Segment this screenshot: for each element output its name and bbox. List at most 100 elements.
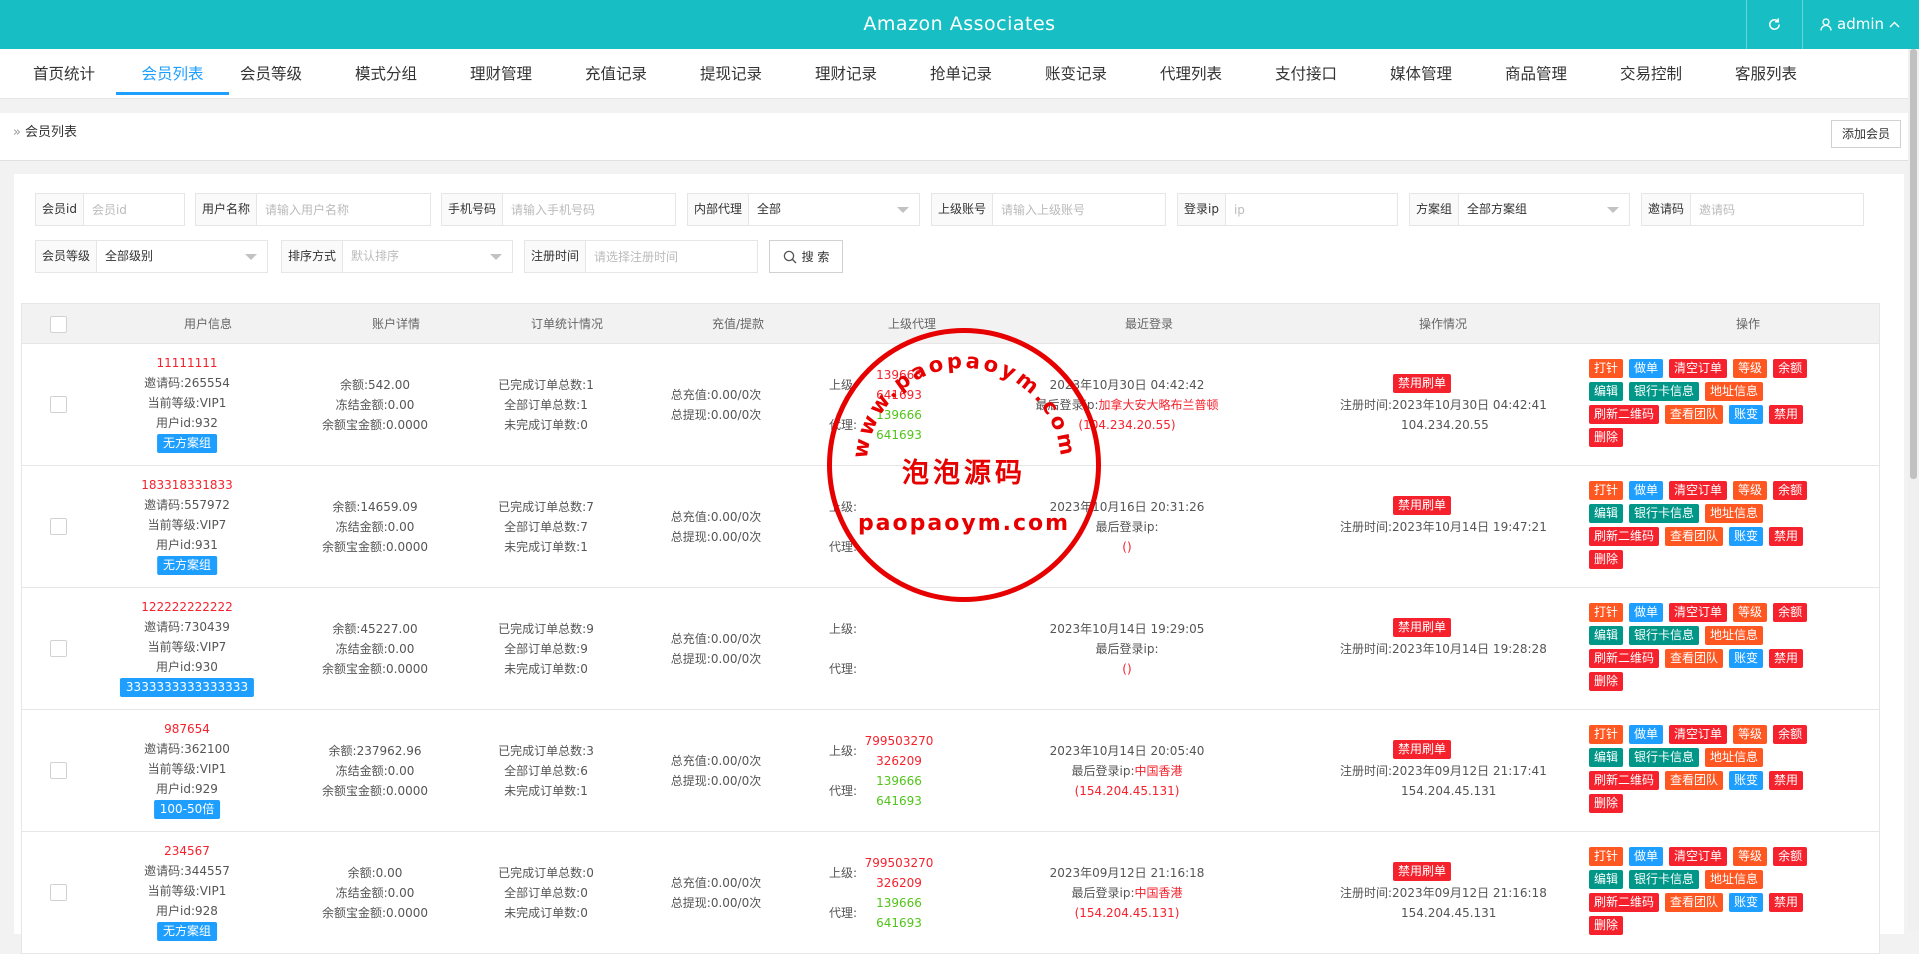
clear-orders-button[interactable]: 清空订单 xyxy=(1669,725,1728,744)
reg-time-input[interactable] xyxy=(586,241,757,272)
inject-button[interactable]: 打针 xyxy=(1589,847,1624,866)
login-ip-input[interactable] xyxy=(1225,194,1397,225)
balance-change-button[interactable]: 账变 xyxy=(1729,649,1764,668)
disable-button[interactable]: 禁用 xyxy=(1769,405,1804,424)
make-order-button[interactable]: 做单 xyxy=(1629,725,1664,744)
sort-select[interactable]: 默认排序 xyxy=(343,241,512,272)
parent-account-input[interactable] xyxy=(993,194,1165,225)
refresh-qr-button[interactable]: 刷新二维码 xyxy=(1589,771,1660,790)
delete-button[interactable]: 删除 xyxy=(1589,794,1624,813)
address-button[interactable]: 地址信息 xyxy=(1705,504,1764,523)
username[interactable]: 122222222222 xyxy=(120,597,254,617)
disable-button[interactable]: 禁用 xyxy=(1769,649,1804,668)
agent-id[interactable]: 139666 xyxy=(865,893,934,913)
select-all-checkbox[interactable] xyxy=(50,316,67,333)
refresh-qr-button[interactable]: 刷新二维码 xyxy=(1589,649,1660,668)
edit-button[interactable]: 编辑 xyxy=(1589,870,1624,889)
row-checkbox[interactable] xyxy=(50,762,67,779)
bank-card-button[interactable]: 银行卡信息 xyxy=(1629,626,1700,645)
nav-tab-balance-change-records[interactable]: 账变记录 xyxy=(1036,49,1116,95)
nav-tab-withdraw-records[interactable]: 提现记录 xyxy=(691,49,771,95)
level-button[interactable]: 等级 xyxy=(1733,847,1768,866)
edit-button[interactable]: 编辑 xyxy=(1589,382,1624,401)
nav-tab-agent-list[interactable]: 代理列表 xyxy=(1151,49,1231,95)
make-order-button[interactable]: 做单 xyxy=(1629,603,1664,622)
refresh-button[interactable] xyxy=(1746,0,1802,49)
inject-button[interactable]: 打针 xyxy=(1589,359,1624,378)
nav-tab-trade-control[interactable]: 交易控制 xyxy=(1611,49,1691,95)
disable-button[interactable]: 禁用 xyxy=(1769,893,1804,912)
inject-button[interactable]: 打针 xyxy=(1589,481,1624,500)
disable-button[interactable]: 禁用 xyxy=(1769,527,1804,546)
delete-button[interactable]: 删除 xyxy=(1589,916,1624,935)
nav-tab-recharge-records[interactable]: 充值记录 xyxy=(576,49,656,95)
balance-change-button[interactable]: 账变 xyxy=(1729,893,1764,912)
view-team-button[interactable]: 查看团队 xyxy=(1665,649,1724,668)
balance-button[interactable]: 余额 xyxy=(1773,725,1808,744)
add-member-button[interactable]: 添加会员 xyxy=(1831,120,1901,148)
view-team-button[interactable]: 查看团队 xyxy=(1665,405,1724,424)
inject-button[interactable]: 打针 xyxy=(1589,603,1624,622)
username[interactable]: 183318331833 xyxy=(141,475,233,495)
address-button[interactable]: 地址信息 xyxy=(1705,382,1764,401)
parent-id[interactable]: 139666 xyxy=(876,365,922,385)
disable-brushing-button[interactable]: 禁用刷单 xyxy=(1392,862,1452,881)
address-button[interactable]: 地址信息 xyxy=(1705,748,1764,767)
delete-button[interactable]: 删除 xyxy=(1589,550,1624,569)
nav-tab-payment-api[interactable]: 支付接口 xyxy=(1266,49,1346,95)
username[interactable]: 234567 xyxy=(144,841,230,861)
search-button[interactable]: 搜 索 xyxy=(769,240,843,273)
nav-tab-member-level[interactable]: 会员等级 xyxy=(231,49,311,95)
balance-button[interactable]: 余额 xyxy=(1773,359,1808,378)
scrollbar-thumb[interactable] xyxy=(1910,49,1917,479)
view-team-button[interactable]: 查看团队 xyxy=(1665,527,1724,546)
username-input[interactable] xyxy=(257,194,430,225)
username[interactable]: 11111111 xyxy=(144,353,230,373)
phone-input[interactable] xyxy=(503,194,675,225)
nav-tab-goods-manage[interactable]: 商品管理 xyxy=(1496,49,1576,95)
edit-button[interactable]: 编辑 xyxy=(1589,504,1624,523)
delete-button[interactable]: 删除 xyxy=(1589,428,1624,447)
disable-brushing-button[interactable]: 禁用刷单 xyxy=(1392,618,1452,637)
address-button[interactable]: 地址信息 xyxy=(1705,870,1764,889)
address-button[interactable]: 地址信息 xyxy=(1705,626,1764,645)
vertical-scrollbar[interactable] xyxy=(1908,49,1919,930)
view-team-button[interactable]: 查看团队 xyxy=(1665,893,1724,912)
nav-tab-finance-records[interactable]: 理财记录 xyxy=(806,49,886,95)
balance-change-button[interactable]: 账变 xyxy=(1729,771,1764,790)
agent-id[interactable]: 139666 xyxy=(865,771,934,791)
nav-tab-mode-group[interactable]: 模式分组 xyxy=(346,49,426,95)
clear-orders-button[interactable]: 清空订单 xyxy=(1669,847,1728,866)
nav-tab-home-stats[interactable]: 首页统计 xyxy=(24,49,104,95)
level-button[interactable]: 等级 xyxy=(1733,603,1768,622)
bank-card-button[interactable]: 银行卡信息 xyxy=(1629,382,1700,401)
clear-orders-button[interactable]: 清空订单 xyxy=(1669,481,1728,500)
parent-id[interactable]: 799503270 xyxy=(865,731,934,751)
level-button[interactable]: 等级 xyxy=(1733,359,1768,378)
row-checkbox[interactable] xyxy=(50,396,67,413)
member-id-input[interactable] xyxy=(83,194,184,225)
username[interactable]: 987654 xyxy=(144,719,230,739)
row-checkbox[interactable] xyxy=(50,518,67,535)
delete-button[interactable]: 删除 xyxy=(1589,672,1624,691)
disable-button[interactable]: 禁用 xyxy=(1769,771,1804,790)
balance-button[interactable]: 余额 xyxy=(1773,603,1808,622)
edit-button[interactable]: 编辑 xyxy=(1589,626,1624,645)
row-checkbox[interactable] xyxy=(50,640,67,657)
make-order-button[interactable]: 做单 xyxy=(1629,481,1664,500)
user-menu[interactable]: admin xyxy=(1820,0,1900,49)
bank-card-button[interactable]: 银行卡信息 xyxy=(1629,504,1700,523)
scheme-group-select[interactable]: 全部方案组 xyxy=(1459,194,1629,225)
make-order-button[interactable]: 做单 xyxy=(1629,359,1664,378)
refresh-qr-button[interactable]: 刷新二维码 xyxy=(1589,893,1660,912)
nav-tab-grab-records[interactable]: 抢单记录 xyxy=(921,49,1001,95)
inject-button[interactable]: 打针 xyxy=(1589,725,1624,744)
make-order-button[interactable]: 做单 xyxy=(1629,847,1664,866)
disable-brushing-button[interactable]: 禁用刷单 xyxy=(1392,496,1452,515)
disable-brushing-button[interactable]: 禁用刷单 xyxy=(1392,374,1452,393)
clear-orders-button[interactable]: 清空订单 xyxy=(1669,359,1728,378)
row-checkbox[interactable] xyxy=(50,884,67,901)
view-team-button[interactable]: 查看团队 xyxy=(1665,771,1724,790)
balance-button[interactable]: 余额 xyxy=(1773,847,1808,866)
parent-id[interactable]: 799503270 xyxy=(865,853,934,873)
